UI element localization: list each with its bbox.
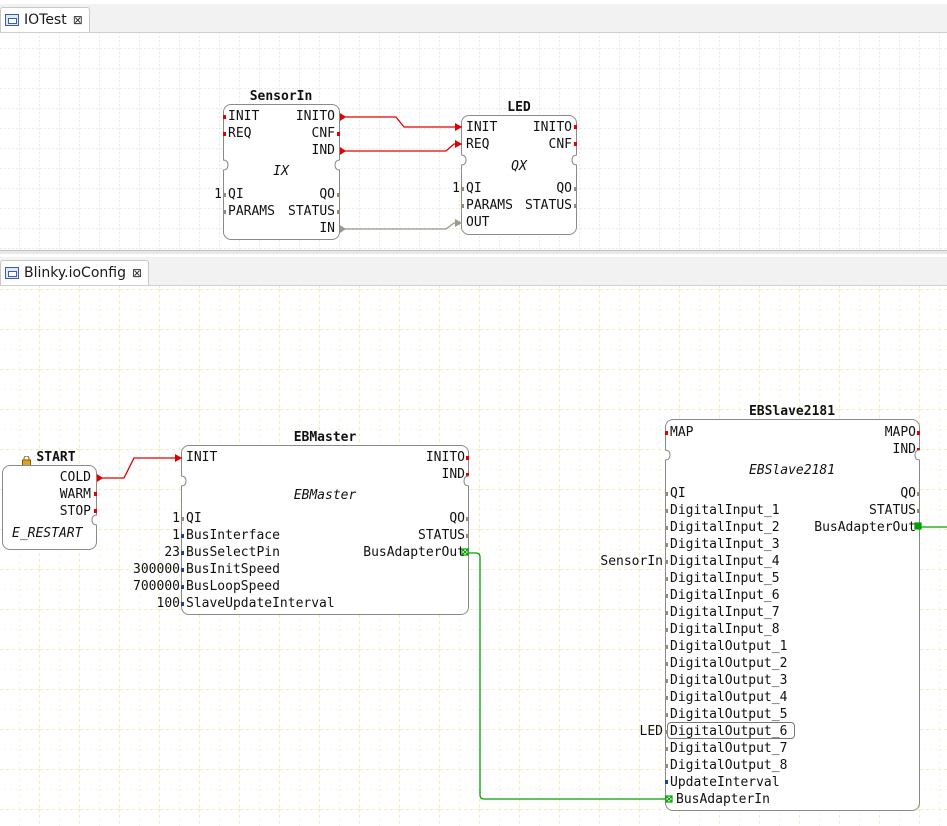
ioconfig-icon bbox=[5, 267, 19, 279]
ebslave-data-in-11: DigitalOutput_3 bbox=[670, 673, 788, 688]
sensorin-ev-in-0: INIT bbox=[228, 109, 260, 124]
sensorin-qi-value: 1 bbox=[214, 187, 222, 202]
ebslave-data-in-2: DigitalInput_2 bbox=[670, 520, 780, 535]
sensorin-title: SensorIn bbox=[249, 89, 313, 104]
ebmaster-value-3: 300000 bbox=[133, 562, 180, 577]
ebmaster-value-0: 1 bbox=[172, 511, 180, 526]
ebmaster-data-in-2: BusSelectPin bbox=[186, 545, 280, 560]
sensorin-ev-out-2: IND bbox=[311, 143, 335, 158]
ebslave-ev-out-0: MAPO bbox=[884, 425, 916, 440]
ebslave-data-in-16: DigitalOutput_8 bbox=[670, 758, 788, 773]
led-data-in-1: PARAMS bbox=[466, 198, 513, 213]
tab-iotest[interactable]: IOTest ⊠ bbox=[0, 7, 90, 32]
close-icon[interactable]: ⊠ bbox=[73, 13, 83, 27]
ebslave-data-in-5: DigitalInput_5 bbox=[670, 571, 780, 586]
ebmaster-type: EBMaster bbox=[293, 488, 357, 503]
led-data-in-0: QI bbox=[466, 181, 482, 196]
mapped-led-label: LED bbox=[639, 724, 663, 739]
start-title: START bbox=[36, 450, 76, 465]
sensorin-data-out-2: IN bbox=[319, 221, 335, 236]
led-title: LED bbox=[507, 100, 531, 115]
sensorin-data-in-0: QI bbox=[228, 187, 244, 202]
ebslave-data-in-3: DigitalInput_3 bbox=[670, 537, 780, 552]
ebslave-data-in-10: DigitalOutput_2 bbox=[670, 656, 788, 671]
ebmaster-value-1: 1 bbox=[172, 528, 180, 543]
ebslave-data-out-2: BusAdapterOut bbox=[814, 520, 916, 535]
start-ev-out-1: WARM bbox=[59, 487, 91, 502]
ebmaster-value-4: 700000 bbox=[133, 579, 180, 594]
sensorin-ev-out-0: INITO bbox=[295, 109, 335, 124]
sensorin-ev-out-1: CNF bbox=[311, 126, 335, 141]
ebmaster-data-in-1: BusInterface bbox=[186, 528, 280, 543]
led-data-in-2: OUT bbox=[466, 215, 490, 230]
ebslave-data-out-1: STATUS bbox=[869, 503, 916, 518]
led-data-out-0: QO bbox=[556, 181, 572, 196]
ebslave-data-in-9: DigitalOutput_1 bbox=[670, 639, 788, 654]
ebslave-data-in-4: DigitalInput_4 bbox=[670, 554, 780, 569]
iotest-tabbar: IOTest ⊠ bbox=[0, 4, 947, 33]
sensorin-ev-in-1: REQ bbox=[228, 126, 252, 141]
ebslave-data-in-15: DigitalOutput_7 bbox=[670, 741, 788, 756]
ebmaster-ev-out-1: IND bbox=[441, 467, 465, 482]
ebslave-data-in-13: DigitalOutput_5 bbox=[670, 707, 788, 722]
start-ev-out-0: COLD bbox=[59, 470, 91, 485]
mapped-sensorin-label: SensorIn bbox=[600, 554, 663, 569]
sensorin-data-in-1: PARAMS bbox=[228, 204, 275, 219]
sensorin-data-out-1: STATUS bbox=[288, 204, 335, 219]
ebmaster-data-in-0: QI bbox=[186, 511, 202, 526]
led-type: QX bbox=[511, 159, 527, 174]
ebmaster-ev-in-0: INIT bbox=[186, 450, 218, 465]
ebmaster-data-in-3: BusInitSpeed bbox=[186, 562, 280, 577]
ebmaster-data-out-1: STATUS bbox=[418, 528, 465, 543]
sensorin-data-out-0: QO bbox=[319, 187, 335, 202]
ebslave-data-in-6: DigitalInput_6 bbox=[670, 588, 780, 603]
ebslave-data-in-8: DigitalInput_8 bbox=[670, 622, 780, 637]
led-ev-in-0: INIT bbox=[466, 120, 498, 135]
lock-icon bbox=[22, 451, 31, 467]
ebmaster-value-2: 23 bbox=[164, 545, 180, 560]
led-ev-in-1: REQ bbox=[466, 137, 490, 152]
ebslave-data-in-0: QI bbox=[670, 486, 686, 501]
sensorin-type: IX bbox=[273, 164, 289, 179]
start-type: E_RESTART bbox=[12, 526, 83, 541]
tab-ioconfig[interactable]: Blinky.ioConfig ⊠ bbox=[0, 260, 150, 285]
led-data-out-1: STATUS bbox=[525, 198, 572, 213]
ebmaster-value-5: 100 bbox=[156, 596, 180, 611]
ebmaster-data-out-2: BusAdapterOut bbox=[363, 545, 465, 560]
close-icon[interactable]: ⊠ bbox=[132, 266, 142, 280]
ebmaster-data-out-0: QO bbox=[449, 511, 465, 526]
tab-ioconfig-label: Blinky.ioConfig bbox=[24, 265, 126, 281]
start-ev-out-2: STOP bbox=[59, 504, 91, 519]
ebslave-data-in-12: DigitalOutput_4 bbox=[670, 690, 788, 705]
ebslave-ev-in-0: MAP bbox=[670, 425, 694, 440]
fb-network-icon bbox=[5, 14, 19, 26]
ebslave-data-in-1: DigitalInput_1 bbox=[670, 503, 780, 518]
ebslave-ev-out-1: IND bbox=[892, 442, 916, 457]
ebmaster-data-in-5: SlaveUpdateInterval bbox=[186, 596, 335, 611]
ebmaster-ev-out-0: INITO bbox=[425, 450, 465, 465]
ebslave-data-in-18: BusAdapterIn bbox=[676, 792, 770, 807]
ebslave-data-in-7: DigitalInput_7 bbox=[670, 605, 780, 620]
ebmaster-title: EBMaster bbox=[293, 430, 357, 445]
ioconfig-tabbar: Blinky.ioConfig ⊠ bbox=[0, 257, 947, 286]
ebslave-data-out-0: QO bbox=[900, 486, 916, 501]
tab-iotest-label: IOTest bbox=[24, 12, 67, 28]
ebslave-type: EBSlave2181 bbox=[748, 463, 836, 478]
ebslave-title: EBSlave2181 bbox=[748, 404, 836, 419]
ebslave-data-in-17: UpdateInterval bbox=[670, 775, 780, 790]
digitaloutput-6-highlight bbox=[667, 722, 795, 739]
ebmaster-data-in-4: BusLoopSpeed bbox=[186, 579, 280, 594]
led-ev-out-0: INITO bbox=[532, 120, 572, 135]
led-qi-value: 1 bbox=[452, 181, 460, 196]
led-ev-out-1: CNF bbox=[548, 137, 572, 152]
